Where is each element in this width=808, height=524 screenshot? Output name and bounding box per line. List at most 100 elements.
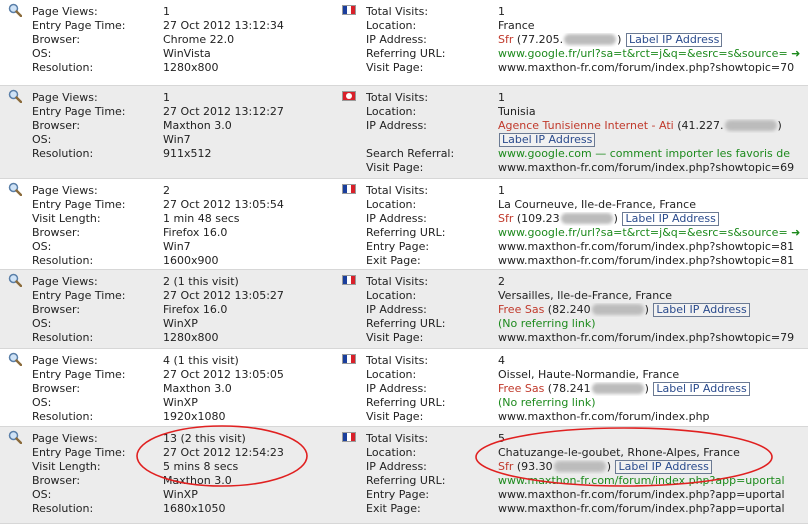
field-value-total-visits: 2 bbox=[498, 275, 808, 289]
france-flag-icon bbox=[342, 432, 356, 442]
field-label-browser: Browser: bbox=[32, 474, 81, 487]
field-value-entry-time: 27 Oct 2012 12:54:23 bbox=[163, 446, 284, 459]
field-value-page-views: 4 (1 this visit) bbox=[163, 354, 239, 367]
field-text: 2 bbox=[498, 275, 505, 288]
ip-close-paren: ) bbox=[617, 33, 622, 46]
field-value-os: Win7 bbox=[163, 133, 191, 146]
field-value-os: WinVista bbox=[163, 47, 211, 60]
magnifier-icon[interactable] bbox=[8, 273, 22, 287]
field-label-exit-page: Exit Page: bbox=[366, 254, 421, 267]
field-value-page-views: 1 bbox=[163, 5, 170, 18]
ip-close-paren: ) bbox=[606, 460, 611, 473]
field-label-os: OS: bbox=[32, 396, 52, 409]
field-label-page-views: Page Views: bbox=[32, 432, 98, 445]
field-value-entry-time: 27 Oct 2012 13:05:54 bbox=[163, 198, 284, 211]
url-link[interactable]: (No referring link) bbox=[498, 317, 596, 330]
magnifier-icon[interactable] bbox=[8, 3, 22, 17]
field-value-ip-address: Sfr (109.23) Label IP Address bbox=[498, 212, 808, 226]
field-label-page-views: Page Views: bbox=[32, 184, 98, 197]
field-label-referring-url: Referring URL: bbox=[366, 47, 446, 60]
field-value-location: Tunisia bbox=[498, 105, 808, 119]
visitor-entry: Page Views: 2 Entry Page Time: 27 Oct 2012 … bbox=[0, 179, 808, 270]
ip-address-partial: (41.227. bbox=[677, 119, 724, 132]
field-label-os: OS: bbox=[32, 47, 52, 60]
field-label-total-visits: Total Visits: bbox=[366, 275, 429, 288]
field-value-referring-url: (No referring link) bbox=[498, 396, 808, 410]
label-ip-address-button[interactable]: Label IP Address bbox=[615, 460, 712, 474]
field-value-ip-address: Free Sas (82.240) Label IP Address bbox=[498, 303, 808, 317]
ip-close-paren: ) bbox=[644, 382, 649, 395]
url-link[interactable]: www.google.fr/url?sa=t&rct=j&q=&esrc=s&s… bbox=[498, 226, 788, 239]
field-value-entry-time: 27 Oct 2012 13:05:05 bbox=[163, 368, 284, 381]
label-ip-address-button[interactable]: Label IP Address bbox=[653, 303, 750, 317]
label-ip-address-button[interactable]: Label IP Address bbox=[499, 133, 596, 147]
visitor-entry: Page Views: 1 Entry Page Time: 27 Oct 2012 … bbox=[0, 0, 808, 86]
france-flag-icon bbox=[342, 354, 356, 364]
field-label-ip-address: IP Address: bbox=[366, 382, 427, 395]
magnifier-icon[interactable] bbox=[8, 430, 22, 444]
field-value-total-visits: 4 bbox=[498, 354, 808, 368]
field-text: www.maxthon-fr.com/forum/index.php?app=u… bbox=[498, 488, 785, 501]
magnifier-icon[interactable] bbox=[8, 182, 22, 196]
magnifier-icon[interactable] bbox=[8, 352, 22, 366]
field-label-page-views: Page Views: bbox=[32, 91, 98, 104]
field-text: Oissel, Haute-Normandie, France bbox=[498, 368, 680, 381]
field-value-ip-address: Free Sas (78.241) Label IP Address bbox=[498, 382, 808, 396]
ip-redaction bbox=[564, 34, 617, 45]
field-label-location: Location: bbox=[366, 446, 417, 459]
field-label-ip-address: IP Address: bbox=[366, 212, 427, 225]
field-label-ip-address: IP Address: bbox=[366, 33, 427, 46]
url-link[interactable]: www.maxthon-fr.com/forum/index.php?app=u… bbox=[498, 474, 785, 487]
field-value-exit-page: www.maxthon-fr.com/forum/index.php?showt… bbox=[498, 254, 808, 268]
field-value-location: Oissel, Haute-Normandie, France bbox=[498, 368, 808, 382]
field-label-entry-time: Entry Page Time: bbox=[32, 289, 126, 302]
field-text: 1 bbox=[498, 5, 505, 18]
label-ip-address-button[interactable]: Label IP Address bbox=[622, 212, 719, 226]
field-value-browser: Maxthon 3.0 bbox=[163, 474, 232, 487]
field-value-entry-time: 27 Oct 2012 13:12:34 bbox=[163, 19, 284, 32]
url-link[interactable]: (No referring link) bbox=[498, 396, 596, 409]
field-label-resolution: Resolution: bbox=[32, 254, 94, 267]
magnifier-icon[interactable] bbox=[8, 89, 22, 103]
field-label-page-views: Page Views: bbox=[32, 354, 98, 367]
field-label-ip-address: IP Address: bbox=[366, 119, 427, 132]
url-link[interactable]: www.google.com — comment importer les fa… bbox=[498, 147, 790, 160]
field-label-referring-url: Referring URL: bbox=[366, 396, 446, 409]
field-label-entry-time: Entry Page Time: bbox=[32, 105, 126, 118]
field-text: Versailles, Ile-de-France, France bbox=[498, 289, 672, 302]
field-text: www.maxthon-fr.com/forum/index.php bbox=[498, 410, 710, 423]
ip-redaction bbox=[724, 120, 777, 131]
field-value-resolution: 1680x1050 bbox=[163, 502, 226, 515]
field-text: Chatuzange-le-goubet, Rhone-Alpes, Franc… bbox=[498, 446, 740, 459]
field-label-resolution: Resolution: bbox=[32, 331, 94, 344]
ip-redaction bbox=[591, 383, 644, 394]
field-label-location: Location: bbox=[366, 198, 417, 211]
field-label-entry-page: Entry Page: bbox=[366, 240, 430, 253]
field-value-entry-time: 27 Oct 2012 13:05:27 bbox=[163, 289, 284, 302]
field-value-resolution: 1280x800 bbox=[163, 331, 219, 344]
url-link[interactable]: www.google.fr/url?sa=t&rct=j&q=&esrc=s&s… bbox=[498, 47, 788, 60]
isp-name: Agence Tunisienne Internet - Ati bbox=[498, 119, 674, 132]
field-value-page-views: 1 bbox=[163, 91, 170, 104]
field-label-entry-time: Entry Page Time: bbox=[32, 198, 126, 211]
isp-name: Free Sas bbox=[498, 382, 545, 395]
label-ip-address-button[interactable]: Label IP Address bbox=[653, 382, 750, 396]
ip-address-partial: (77.205. bbox=[516, 33, 564, 46]
field-value-visit-page: www.maxthon-fr.com/forum/index.php?showt… bbox=[498, 161, 808, 175]
field-value-entry-page: www.maxthon-fr.com/forum/index.php?showt… bbox=[498, 240, 808, 254]
field-value-visit-length: 5 mins 8 secs bbox=[163, 460, 239, 473]
field-value-referring-url: www.google.fr/url?sa=t&rct=j&q=&esrc=s&s… bbox=[498, 226, 808, 240]
field-value-location: Chatuzange-le-goubet, Rhone-Alpes, Franc… bbox=[498, 446, 808, 460]
field-text: La Courneuve, Ile-de-France, France bbox=[498, 198, 696, 211]
label-ip-address-button[interactable]: Label IP Address bbox=[625, 33, 723, 47]
ip-redaction bbox=[560, 213, 613, 224]
field-label-os: OS: bbox=[32, 488, 52, 501]
field-value-browser: Maxthon 3.0 bbox=[163, 382, 232, 395]
field-label-browser: Browser: bbox=[32, 226, 81, 239]
field-value-total-visits: 1 bbox=[498, 184, 808, 198]
field-label-browser: Browser: bbox=[32, 119, 81, 132]
external-link-icon[interactable]: ➜ bbox=[788, 226, 800, 239]
external-link-icon[interactable]: ➜ bbox=[788, 47, 800, 60]
field-value-visit-page: www.maxthon-fr.com/forum/index.php bbox=[498, 410, 808, 424]
field-value-location: Versailles, Ile-de-France, France bbox=[498, 289, 808, 303]
